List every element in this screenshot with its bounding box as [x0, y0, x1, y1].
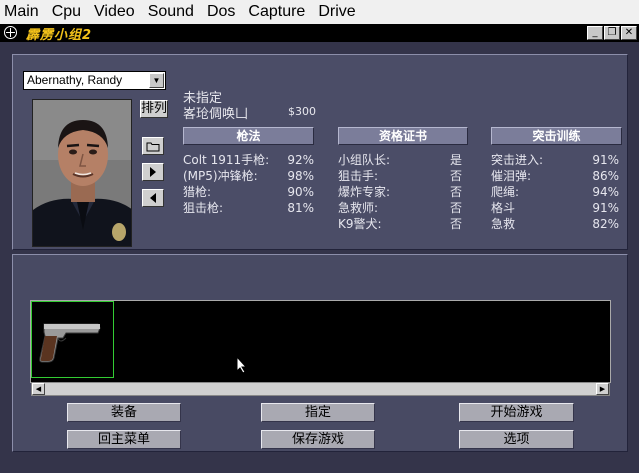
assign-button[interactable]: 指定	[261, 403, 375, 422]
start-game-button[interactable]: 开始游戏	[459, 403, 574, 422]
training-row: 突击进入: 91%	[491, 152, 619, 168]
mouse-cursor-icon	[236, 356, 248, 374]
weapon-row: 猎枪: 90%	[183, 184, 314, 200]
cert-row: 小组队长: 是	[338, 152, 466, 168]
window-controls: _ ❐ ✕	[587, 26, 637, 40]
close-icon[interactable]: ✕	[621, 26, 637, 40]
weapon-row: Colt 1911手枪: 92%	[183, 152, 314, 168]
restore-icon[interactable]: ❐	[604, 26, 620, 40]
menu-video[interactable]: Video	[94, 3, 135, 21]
main-menu-button[interactable]: 回主菜单	[67, 430, 181, 449]
training-value: 91%	[592, 201, 619, 215]
menu-cpu[interactable]: Cpu	[52, 3, 81, 21]
training-value: 82%	[592, 217, 619, 231]
agent-dropdown-value: Abernathy, Randy	[27, 73, 123, 87]
menu-dos[interactable]: Dos	[207, 3, 235, 21]
weapon-label: (MP5)冲锋枪:	[183, 169, 258, 183]
menu-drive[interactable]: Drive	[318, 3, 355, 21]
cert-label: K9警犬:	[338, 217, 382, 231]
training-label: 格斗	[491, 201, 516, 215]
training-label: 爬绳:	[491, 185, 520, 199]
cert-value: 否	[449, 201, 462, 215]
sort-button[interactable]: 排列	[140, 100, 168, 118]
weapon-value: 92%	[287, 153, 314, 167]
training-row: 格斗 91%	[491, 200, 619, 216]
inventory-area[interactable]	[30, 300, 611, 383]
cert-row: 急救师: 否	[338, 200, 466, 216]
inventory-slot[interactable]	[31, 301, 114, 378]
weapon-label: 猎枪:	[183, 185, 212, 199]
cert-row: 爆炸专家: 否	[338, 184, 466, 200]
training-label: 突击进入:	[491, 153, 544, 167]
cert-value: 是	[449, 153, 462, 167]
cert-label: 爆炸专家:	[338, 185, 391, 199]
agent-name-line: 峉玱倜唤凵	[183, 107, 249, 122]
folder-icon[interactable]	[142, 137, 164, 155]
menu-main[interactable]: Main	[4, 3, 39, 21]
weapon-row: (MP5)冲锋枪: 98%	[183, 168, 314, 184]
pistol-icon	[39, 323, 101, 363]
agent-salary: $300	[288, 105, 316, 118]
emulator-menubar: Main Cpu Video Sound Dos Capture Drive	[0, 0, 639, 24]
weapon-value: 90%	[287, 185, 314, 199]
chevron-down-icon[interactable]: ▼	[149, 73, 164, 88]
game-titlebar: 霹雳小组2 _ ❐ ✕	[0, 24, 639, 43]
training-row: 催泪弹: 86%	[491, 168, 619, 184]
weapon-value: 98%	[287, 169, 314, 183]
weapon-label: Colt 1911手枪:	[183, 153, 270, 167]
training-value: 91%	[592, 153, 619, 167]
cert-row: 狙击手: 否	[338, 168, 466, 184]
training-row: 爬绳: 94%	[491, 184, 619, 200]
weapons-header: 枪法	[183, 127, 314, 145]
weapons-list: Colt 1911手枪: 92% (MP5)冲锋枪: 98% 猎枪: 90% 狙击枪:…	[183, 152, 314, 216]
menu-sound[interactable]: Sound	[148, 3, 194, 21]
cert-value: 否	[449, 217, 462, 231]
cert-label: 急救师:	[338, 201, 379, 215]
training-value: 86%	[592, 169, 619, 183]
training-header: 突击训练	[491, 127, 622, 145]
agent-dropdown[interactable]: Abernathy, Randy ▼	[23, 71, 166, 90]
cert-value: 否	[449, 169, 462, 183]
options-button[interactable]: 选项	[459, 430, 574, 449]
scroll-right-icon[interactable]: ▶	[596, 383, 609, 395]
weapon-label: 狙击枪:	[183, 201, 224, 215]
training-value: 94%	[592, 185, 619, 199]
training-label: 急救	[491, 217, 516, 231]
inventory-scrollbar[interactable]: ◀ ▶	[31, 382, 610, 396]
cert-label: 小组队长:	[338, 153, 391, 167]
weapon-row: 狙击枪: 81%	[183, 200, 314, 216]
minimize-icon[interactable]: _	[587, 26, 603, 40]
training-row: 急救 82%	[491, 216, 619, 232]
system-menu-icon[interactable]	[4, 26, 17, 39]
certifications-header: 资格证书	[338, 127, 468, 145]
menu-capture[interactable]: Capture	[248, 3, 305, 21]
save-game-button[interactable]: 保存游戏	[261, 430, 375, 449]
next-agent-icon[interactable]	[142, 163, 164, 181]
cert-row: K9警犬: 否	[338, 216, 466, 232]
certifications-list: 小组队长: 是 狙击手: 否 爆炸专家: 否 急救师: 否 K9警犬: 否	[338, 152, 466, 232]
training-label: 催泪弹:	[491, 169, 532, 183]
weapon-value: 81%	[287, 201, 314, 215]
training-list: 突击进入: 91% 催泪弹: 86% 爬绳: 94% 格斗 91% 急救 82%	[491, 152, 619, 232]
scroll-left-icon[interactable]: ◀	[32, 383, 45, 395]
agent-portrait	[32, 99, 132, 247]
cert-value: 否	[449, 185, 462, 199]
cert-label: 狙击手:	[338, 169, 379, 183]
prev-agent-icon[interactable]	[142, 189, 164, 207]
game-logo: 霹雳小组2	[26, 28, 93, 43]
equip-button[interactable]: 装备	[67, 403, 181, 422]
